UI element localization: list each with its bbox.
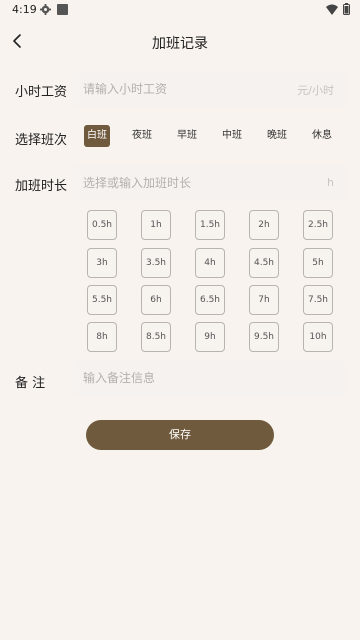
shift-option-early[interactable]: 早班 <box>174 125 200 147</box>
duration-option[interactable]: 0.5h <box>87 210 117 240</box>
duration-option[interactable]: 4h <box>195 248 225 278</box>
duration-option[interactable]: 4.5h <box>249 248 279 278</box>
duration-option[interactable]: 6h <box>141 285 171 315</box>
duration-option[interactable]: 2.5h <box>303 210 333 240</box>
battery-icon <box>343 3 350 15</box>
status-time: 4:19 <box>12 3 37 16</box>
duration-option[interactable]: 1h <box>141 210 171 240</box>
hourly-wage-unit: 元/小时 <box>297 84 334 97</box>
duration-option[interactable]: 5h <box>303 248 333 278</box>
hourly-wage-field: 元/小时 <box>73 71 346 107</box>
hourly-wage-label: 小时工资 <box>15 85 68 100</box>
duration-unit: h <box>327 176 334 189</box>
duration-option[interactable]: 7h <box>249 285 279 315</box>
duration-input[interactable] <box>73 165 288 201</box>
shift-label: 选择班次 <box>15 133 68 148</box>
status-bar: 4:19 <box>0 0 360 20</box>
duration-option[interactable]: 9.5h <box>249 322 279 352</box>
hourly-wage-input[interactable] <box>73 71 288 107</box>
page-title: 加班记录 <box>152 36 208 52</box>
header: 加班记录 <box>0 24 360 60</box>
duration-option[interactable]: 7.5h <box>303 285 333 315</box>
duration-field: h <box>73 165 346 201</box>
shift-option-middle[interactable]: 中班 <box>219 125 245 147</box>
shift-option-night[interactable]: 夜班 <box>129 125 155 147</box>
note-field <box>73 360 346 396</box>
notification-square-icon <box>57 4 68 15</box>
duration-option[interactable]: 3.5h <box>141 248 171 278</box>
duration-option[interactable]: 8.5h <box>141 322 171 352</box>
duration-option[interactable]: 8h <box>87 322 117 352</box>
save-button[interactable]: 保存 <box>86 420 274 450</box>
duration-option[interactable]: 10h <box>303 322 333 352</box>
duration-label: 加班时长 <box>15 179 68 194</box>
shift-option-rest[interactable]: 休息 <box>309 125 335 147</box>
duration-option[interactable]: 5.5h <box>87 285 117 315</box>
duration-option[interactable]: 1.5h <box>195 210 225 240</box>
duration-option[interactable]: 2h <box>249 210 279 240</box>
duration-option[interactable]: 9h <box>195 322 225 352</box>
shift-option-day[interactable]: 白班 <box>84 125 110 147</box>
duration-option[interactable]: 6.5h <box>195 285 225 315</box>
gear-icon <box>40 4 51 15</box>
duration-option[interactable]: 3h <box>87 248 117 278</box>
shift-option-evening[interactable]: 晚班 <box>264 125 290 147</box>
note-input[interactable] <box>73 360 288 396</box>
note-label: 备 注 <box>15 376 46 391</box>
wifi-icon <box>326 4 338 15</box>
